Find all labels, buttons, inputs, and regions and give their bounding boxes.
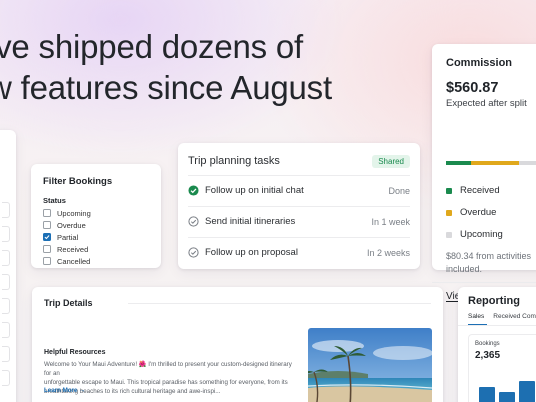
tasks-header: Trip planning tasks Shared bbox=[188, 153, 410, 169]
filter-bookings-card: Filter Bookings Status Upcoming Overdue Pa… bbox=[31, 164, 161, 268]
reporting-title: Reporting bbox=[468, 295, 520, 307]
commission-title: Commission bbox=[446, 57, 513, 69]
helpful-resources-title: Helpful Resources bbox=[44, 349, 106, 356]
status-option-label: Cancelled bbox=[57, 256, 91, 266]
legend-swatch bbox=[446, 209, 452, 216]
reporting-tab[interactable]: Sales bbox=[468, 313, 488, 325]
left-card-field bbox=[2, 226, 10, 242]
left-card-field bbox=[2, 274, 10, 290]
task-due: In 2 weeks bbox=[366, 247, 410, 258]
commission-card: Commission $560.87 Expected after split … bbox=[432, 44, 536, 302]
checkbox[interactable] bbox=[43, 221, 51, 229]
status-option[interactable]: Cancelled bbox=[43, 255, 149, 267]
left-card-field bbox=[2, 322, 10, 338]
bookings-label: Bookings bbox=[475, 341, 500, 347]
divider bbox=[128, 303, 431, 304]
reporting-tab[interactable]: Received Commi bbox=[493, 313, 536, 325]
status-option-label: Upcoming bbox=[57, 208, 91, 218]
checkbox[interactable] bbox=[43, 245, 51, 253]
headline-line-2: w features since August bbox=[0, 69, 332, 106]
split-segment bbox=[446, 161, 472, 165]
task-row[interactable]: Follow up on initial chat Done bbox=[188, 175, 410, 205]
trip-description-line-2: unforgettable escape to Maui. This tropi… bbox=[44, 379, 288, 386]
trip-planning-tasks-card: Trip planning tasks Shared Follow up on … bbox=[178, 143, 420, 269]
filter-bookings-title: Filter Bookings bbox=[43, 176, 113, 187]
legend-label: Received bbox=[460, 185, 500, 196]
status-option[interactable]: Received bbox=[43, 243, 149, 255]
task-due: In 1 week bbox=[371, 216, 410, 227]
legend-item: Overdue bbox=[446, 207, 496, 218]
status-label: Status bbox=[43, 196, 66, 205]
status-option[interactable]: Upcoming bbox=[43, 207, 149, 219]
checkbox[interactable] bbox=[43, 257, 51, 265]
status-option-label: Overdue bbox=[57, 220, 86, 230]
checkbox[interactable] bbox=[43, 209, 51, 217]
tasks-title: Trip planning tasks bbox=[188, 155, 280, 167]
task-due: Done bbox=[388, 185, 410, 196]
check-circle-outline-icon[interactable] bbox=[188, 216, 199, 227]
legend-swatch bbox=[446, 187, 452, 194]
left-card-field bbox=[2, 250, 10, 266]
status-option[interactable]: Partial bbox=[43, 231, 149, 243]
trip-description-line-1: Welcome to Your Maui Adventure! 🌺 I'm th… bbox=[44, 361, 292, 377]
trip-details-title: Trip Details bbox=[44, 298, 93, 308]
divider bbox=[458, 325, 536, 326]
commission-note-line-1: $80.34 from activities bbox=[446, 251, 532, 261]
learn-more-link[interactable]: Learn More → bbox=[44, 387, 85, 394]
split-segment bbox=[518, 161, 536, 165]
trip-details-card: Trip Details Helpful Resources Welcome t… bbox=[32, 287, 443, 402]
legend-item: Received bbox=[446, 185, 500, 196]
left-card-field bbox=[2, 298, 10, 314]
commission-note: $80.34 from activities included. bbox=[446, 250, 536, 276]
left-card-field bbox=[2, 370, 10, 386]
status-option-label: Partial bbox=[57, 232, 79, 242]
legend-item: Upcoming bbox=[446, 229, 503, 240]
hero-headline: ’ve shipped dozens of w features since A… bbox=[0, 26, 332, 108]
legend-swatch bbox=[446, 231, 452, 238]
left-partial-card bbox=[0, 130, 16, 402]
left-card-field bbox=[2, 346, 10, 362]
legend-label: Overdue bbox=[460, 207, 497, 218]
status-option[interactable]: Overdue bbox=[43, 219, 149, 231]
task-row[interactable]: Follow up on proposal In 2 weeks bbox=[188, 237, 410, 267]
task-row[interactable]: Send initial itineraries In 1 week bbox=[188, 206, 410, 236]
check-circle-outline-icon[interactable] bbox=[188, 247, 199, 258]
legend-label: Upcoming bbox=[460, 229, 503, 240]
divider bbox=[432, 282, 536, 283]
status-option-label: Received bbox=[57, 244, 89, 254]
beach-image bbox=[308, 328, 432, 402]
commission-split-bar bbox=[446, 161, 536, 165]
task-label: Send initial itineraries bbox=[205, 216, 296, 227]
task-label: Follow up on proposal bbox=[205, 247, 298, 258]
chart-bar bbox=[499, 392, 515, 402]
check-icon bbox=[44, 235, 50, 240]
chart-bar bbox=[519, 381, 535, 402]
checkbox-checked[interactable] bbox=[43, 233, 51, 241]
bookings-value: 2,365 bbox=[475, 350, 501, 361]
beach-photo bbox=[308, 328, 432, 402]
reporting-card: Reporting Sales Received Commi Bookings 2… bbox=[458, 287, 536, 402]
chart-bar bbox=[479, 387, 495, 402]
reporting-tabs: Sales Received Commi bbox=[468, 313, 536, 325]
commission-subtitle: Expected after split bbox=[446, 98, 527, 109]
left-card-field bbox=[2, 202, 10, 218]
check-circle-filled-icon[interactable] bbox=[188, 185, 199, 196]
commission-amount: $560.87 bbox=[446, 80, 499, 96]
task-label: Follow up on initial chat bbox=[205, 185, 304, 196]
shared-badge: Shared bbox=[372, 154, 410, 168]
headline-line-1: ’ve shipped dozens of bbox=[0, 28, 304, 65]
bookings-chart: Bookings 2,365 bbox=[468, 334, 536, 402]
commission-note-line-2: included. bbox=[446, 264, 483, 274]
split-segment bbox=[471, 161, 519, 165]
status-options: Upcoming Overdue Partial Received Cancelled bbox=[43, 207, 149, 267]
